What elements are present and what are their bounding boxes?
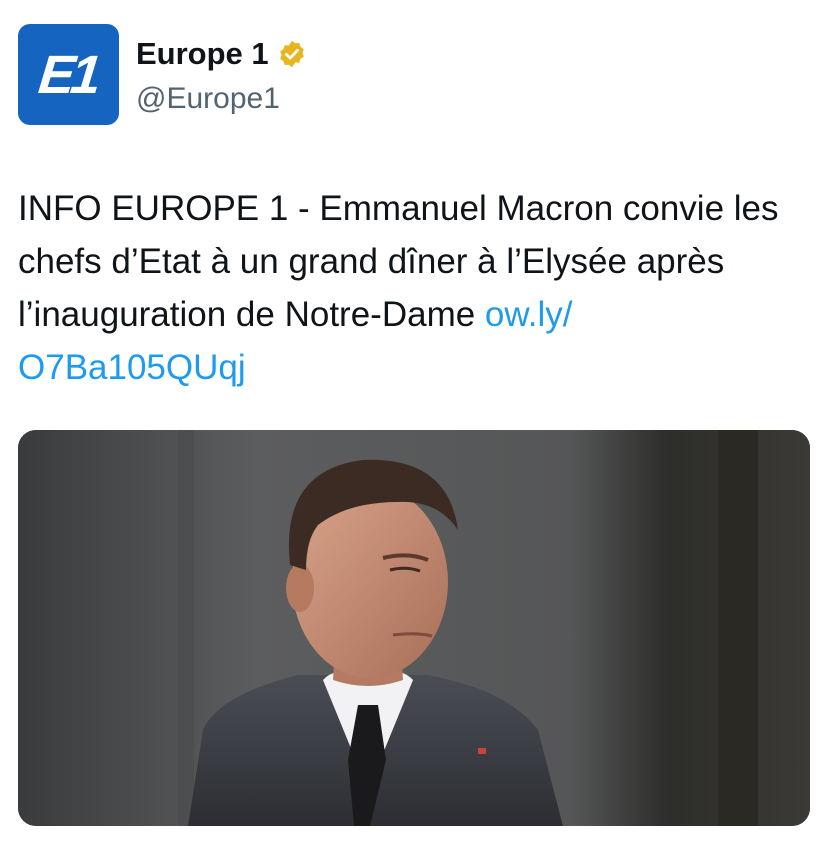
avatar[interactable]: E1: [18, 24, 119, 125]
account-handle[interactable]: @Europe1: [136, 82, 280, 116]
tweet-link-part2: O7Ba105QUqj: [18, 348, 246, 387]
portrait-photo: [18, 430, 810, 826]
display-name-row: Europe 1: [136, 36, 307, 72]
display-name[interactable]: Europe 1: [136, 36, 269, 72]
tweet-text: INFO EUROPE 1 - Emmanuel Macron convie l…: [18, 182, 808, 394]
tweet-link-part1: ow.ly/: [484, 295, 573, 334]
tweet-media-image[interactable]: [18, 430, 810, 826]
verified-badge-icon: [277, 39, 307, 69]
avatar-logo-text: E1: [36, 44, 101, 105]
tweet-body: INFO EUROPE 1 - Emmanuel Macron convie l…: [18, 189, 779, 334]
